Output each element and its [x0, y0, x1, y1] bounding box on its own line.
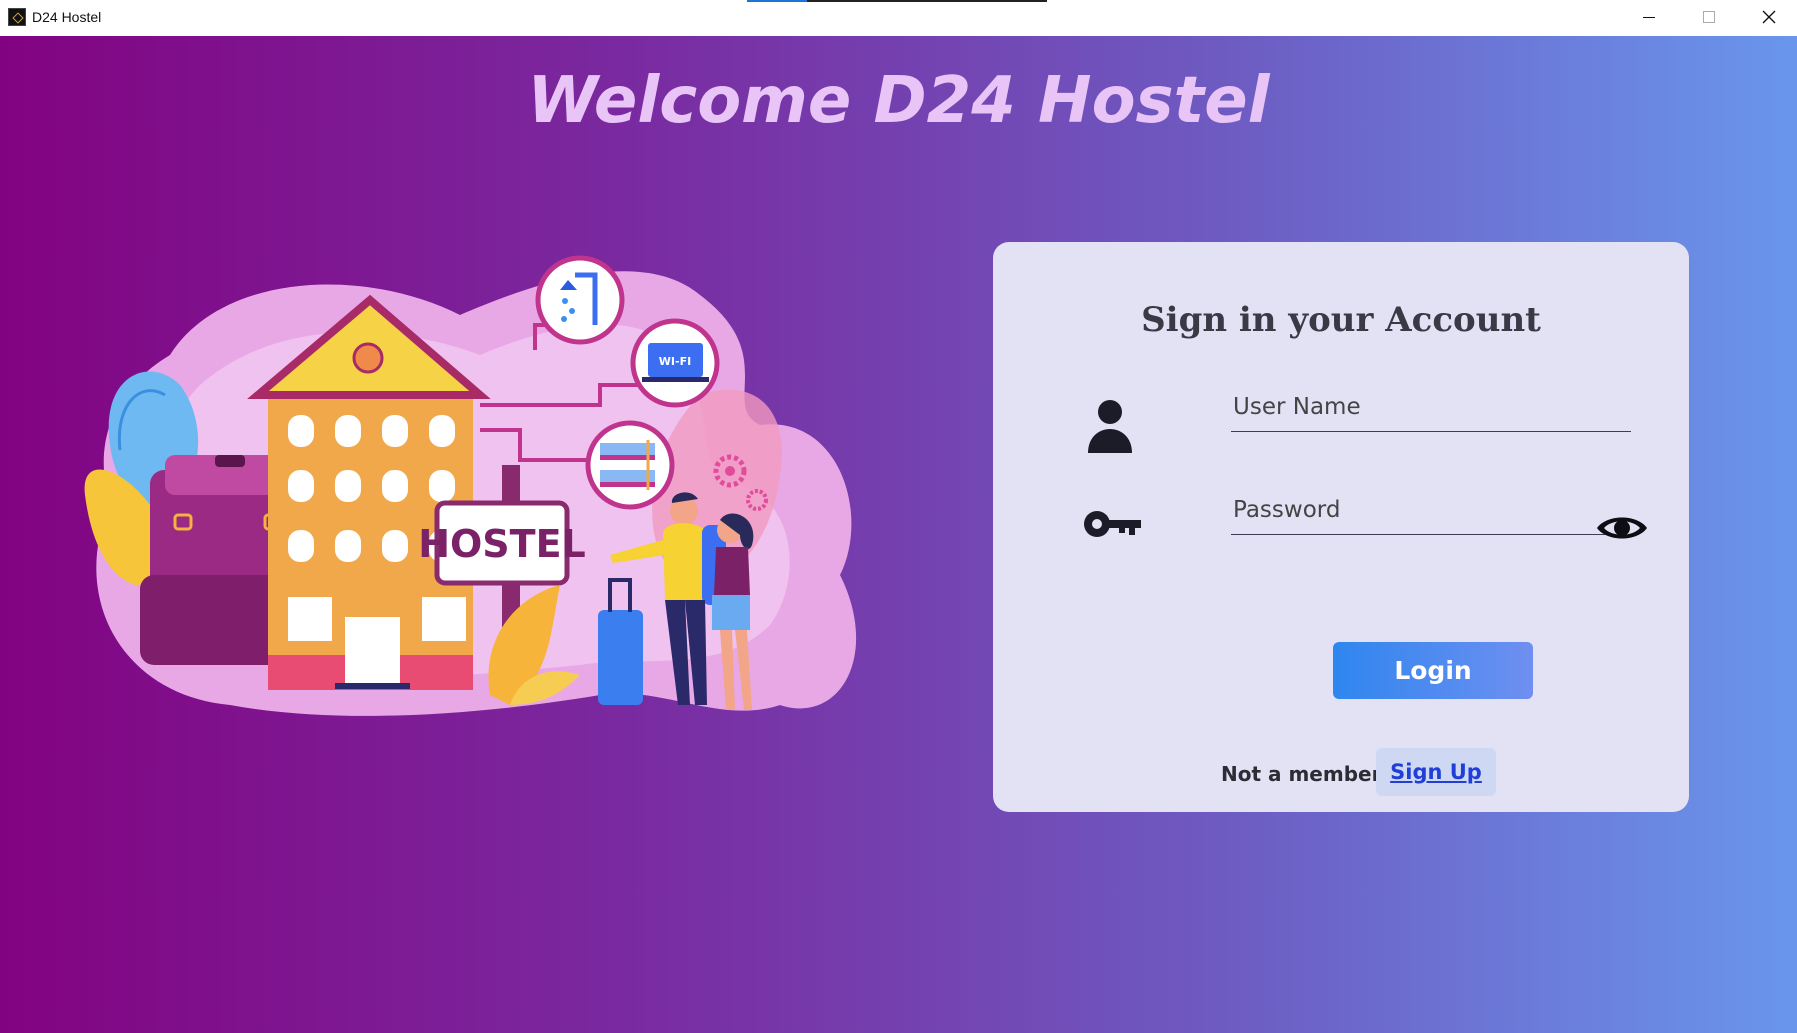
window-title: D24 Hostel: [32, 9, 102, 25]
password-field[interactable]: [1231, 485, 1631, 535]
welcome-heading: Welcome D24 Hostel: [527, 64, 1270, 138]
eye-icon[interactable]: [1595, 510, 1649, 546]
maximize-icon: [1703, 11, 1715, 23]
minimize-button[interactable]: [1620, 0, 1678, 34]
user-icon: [1088, 400, 1132, 453]
login-title: Sign in your Account: [1141, 300, 1541, 340]
signup-button[interactable]: Sign Up: [1376, 748, 1496, 796]
app-icon: [8, 8, 26, 26]
password-input[interactable]: [1231, 485, 1631, 534]
loading-indicator: [747, 0, 1047, 2]
wifi-label: WI-FI: [659, 355, 691, 368]
username-input[interactable]: [1231, 382, 1631, 431]
hostel-illustration: HOSTEL WI-FI: [84, 255, 857, 716]
login-card: Sign in your Account Login Not a member …: [993, 242, 1689, 812]
hostel-sign-text: HOSTEL: [418, 522, 586, 566]
close-icon: [1762, 10, 1776, 24]
not-member-text: Not a member ?: [1221, 762, 1401, 786]
username-field[interactable]: [1231, 382, 1631, 432]
login-button[interactable]: Login: [1333, 642, 1533, 699]
minimize-icon: [1643, 16, 1655, 18]
window-titlebar: D24 Hostel: [0, 0, 1797, 36]
close-button[interactable]: [1740, 0, 1797, 34]
key-icon: [1084, 511, 1141, 537]
maximize-button[interactable]: [1680, 0, 1738, 34]
